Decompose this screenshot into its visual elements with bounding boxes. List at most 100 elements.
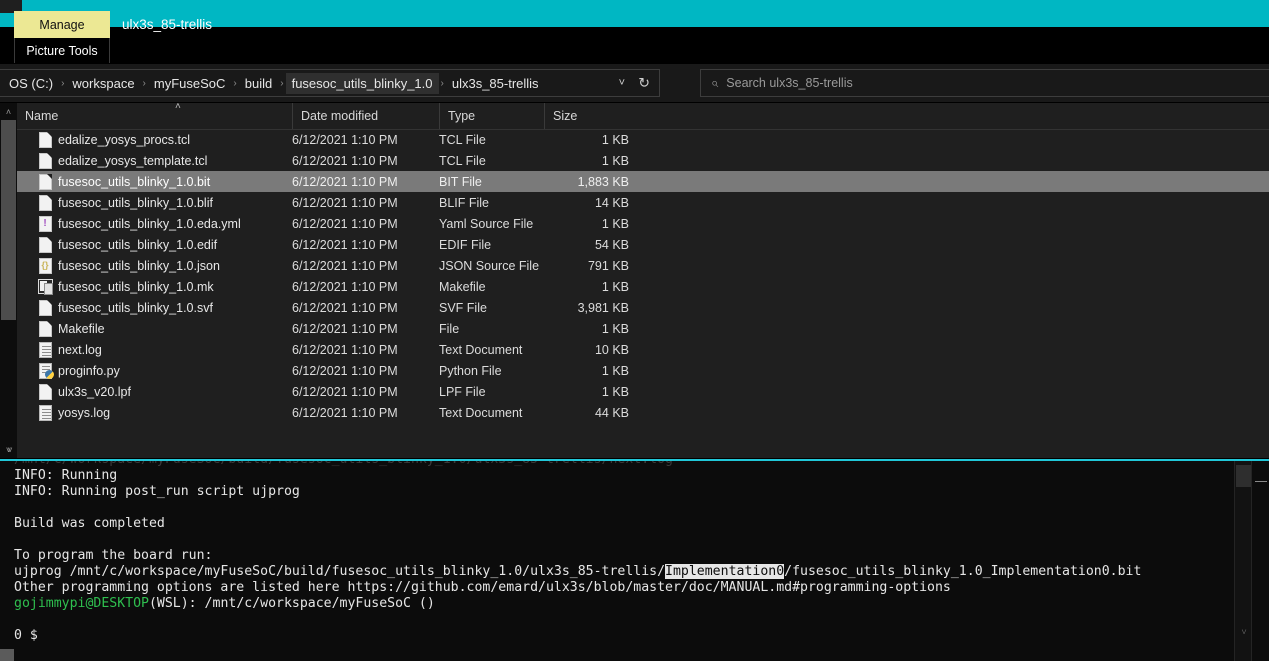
file-icon-cell xyxy=(37,131,53,148)
terminal-scrollbar[interactable]: ˅ xyxy=(1234,461,1252,661)
file-list-pane: Name ˄ Date modified Type Size edalize_y… xyxy=(17,101,1269,458)
breadcrumb-address-bar[interactable]: OS (C:) › workspace › myFuseSoC › build … xyxy=(0,69,660,97)
table-row[interactable]: ! fusesoc_utils_blinky_1.0.eda.yml 6/12/20… xyxy=(17,213,1269,234)
command-prefix: ujprog /mnt/c/workspace/myFuseSoC/build/… xyxy=(14,564,666,579)
file-icon-cell xyxy=(37,279,53,295)
blank-file-icon xyxy=(38,131,52,148)
file-icon-cell xyxy=(37,194,53,211)
selected-text-highlight[interactable]: Implementation0 xyxy=(665,564,785,579)
table-row[interactable]: Makefile 6/12/2021 1:10 PM File 1 KB xyxy=(17,318,1269,339)
breadcrumb-item-fusesoc-utils-blinky[interactable]: fusesoc_utils_blinky_1.0 xyxy=(285,72,439,94)
breadcrumb-separator-icon: › xyxy=(280,77,284,89)
terminal-scrollbar-thumb[interactable] xyxy=(1236,465,1251,487)
breadcrumb-separator-icon: › xyxy=(440,77,444,89)
table-row[interactable]: ulx3s_v20.lpf 6/12/2021 1:10 PM LPF File 1 … xyxy=(17,381,1269,402)
prompt-user-host: gojimmypi@DESKTOP xyxy=(14,596,149,611)
file-size-cell: 1 KB xyxy=(601,132,629,147)
table-row[interactable]: {} fusesoc_utils_blinky_1.0.json 6/12/2021… xyxy=(17,255,1269,276)
breadcrumb-item-myfusesoc[interactable]: myFuseSoC xyxy=(148,73,232,94)
chevron-down-icon[interactable]: ˅ xyxy=(619,77,625,89)
file-type-cell: File xyxy=(439,321,460,336)
search-input[interactable]: ⌕ Search ulx3s_85-trellis xyxy=(700,69,1269,97)
chevron-down-icon[interactable]: ˅ xyxy=(1235,625,1253,639)
file-type-cell: TCL File xyxy=(439,132,486,147)
table-row[interactable]: fusesoc_utils_blinky_1.0.bit 6/12/2021 1:… xyxy=(17,171,1269,192)
terminal-prompt-input-line[interactable]: 0 $ xyxy=(14,628,1229,644)
column-header-type[interactable]: Type xyxy=(439,103,544,129)
file-size-cell: 54 KB xyxy=(594,237,629,252)
terminal-edge-tick xyxy=(1255,481,1267,482)
file-icon-cell: {} xyxy=(37,257,53,274)
scrollbar-thumb[interactable] xyxy=(1,120,16,320)
file-icon-cell xyxy=(37,152,53,169)
table-row[interactable]: proginfo.py 6/12/2021 1:10 PM Python File 1… xyxy=(17,360,1269,381)
table-row[interactable]: edalize_yosys_template.tcl 6/12/2021 1:10… xyxy=(17,150,1269,171)
file-date-cell: 6/12/2021 1:10 PM xyxy=(292,174,398,189)
file-type-cell: EDIF File xyxy=(439,237,492,252)
navigation-pane-scroll-down-icon[interactable]: ˅ xyxy=(3,443,17,457)
table-row[interactable]: edalize_yosys_procs.tcl 6/12/2021 1:10 PM… xyxy=(17,129,1269,150)
table-row[interactable]: yosys.log 6/12/2021 1:10 PM Text Document 4… xyxy=(17,402,1269,423)
contextual-group-picture-tools[interactable]: Picture Tools xyxy=(14,38,110,63)
refresh-icon[interactable]: ↻ xyxy=(638,75,650,92)
file-size-cell: 1 KB xyxy=(601,153,629,168)
breadcrumb-item-build[interactable]: build xyxy=(239,73,278,94)
tab-manage[interactable]: Manage xyxy=(14,11,110,38)
file-date-cell: 6/12/2021 1:10 PM xyxy=(292,363,398,378)
file-date-cell: 6/12/2021 1:10 PM xyxy=(292,384,398,399)
file-size-cell: 1 KB xyxy=(601,216,629,231)
blank-file-icon xyxy=(38,299,52,316)
tab-folder-name[interactable]: ulx3s_85-trellis xyxy=(122,11,212,38)
column-header-type-label: Type xyxy=(448,109,476,123)
file-size-cell: 1 KB xyxy=(601,321,629,336)
navigation-pane-scrollbar[interactable]: ˄ ˅ xyxy=(0,103,17,458)
breadcrumb-item-workspace[interactable]: workspace xyxy=(66,73,140,94)
file-date-cell: 6/12/2021 1:10 PM xyxy=(292,195,398,210)
breadcrumb-item-ulx3s-85-trellis[interactable]: ulx3s_85-trellis xyxy=(446,73,545,94)
file-name-cell: fusesoc_utils_blinky_1.0.bit xyxy=(58,174,211,189)
file-size-cell: 1 KB xyxy=(601,384,629,399)
file-name-cell: fusesoc_utils_blinky_1.0.edif xyxy=(58,237,218,252)
table-row[interactable]: fusesoc_utils_blinky_1.0.mk 6/12/2021 1:1… xyxy=(17,276,1269,297)
column-header-name[interactable]: Name ˄ xyxy=(17,101,292,129)
column-header-size[interactable]: Size xyxy=(544,103,639,129)
file-icon-cell xyxy=(37,362,54,379)
file-size-cell: 1 KB xyxy=(601,279,629,294)
python-file-icon xyxy=(38,362,54,379)
file-type-cell: Text Document xyxy=(439,405,523,420)
table-row[interactable]: fusesoc_utils_blinky_1.0.blif 6/12/2021 1… xyxy=(17,192,1269,213)
yaml-file-icon: ! xyxy=(38,215,52,232)
terminal-left-margin xyxy=(0,461,14,661)
terminal-prompt-line: gojimmypi@DESKTOP(WSL): /mnt/c/workspace… xyxy=(14,596,1229,612)
terminal-panel[interactable]: /mnt/c/workspace/myFuseSoC/build/fusesoc… xyxy=(0,461,1269,661)
contextual-tools-row xyxy=(0,38,1269,63)
makefile-icon xyxy=(37,279,53,295)
text-file-icon xyxy=(38,341,52,358)
search-icon: ⌕ xyxy=(711,75,719,90)
file-date-cell: 6/12/2021 1:10 PM xyxy=(292,237,398,252)
table-row[interactable]: fusesoc_utils_blinky_1.0.edif 6/12/2021 1… xyxy=(17,234,1269,255)
command-suffix: /fusesoc_utils_blinky_1.0_Implementation… xyxy=(784,564,1142,579)
table-row[interactable]: fusesoc_utils_blinky_1.0.svf 6/12/2021 1:… xyxy=(17,297,1269,318)
file-size-cell: 1,883 KB xyxy=(577,174,629,189)
file-date-cell: 6/12/2021 1:10 PM xyxy=(292,321,398,336)
breadcrumb-item-os-c[interactable]: OS (C:) xyxy=(3,73,59,94)
file-date-cell: 6/12/2021 1:10 PM xyxy=(292,342,398,357)
file-date-cell: 6/12/2021 1:10 PM xyxy=(292,132,398,147)
file-date-cell: 6/12/2021 1:10 PM xyxy=(292,153,398,168)
column-header-date-modified[interactable]: Date modified xyxy=(292,103,439,129)
chevron-up-icon[interactable]: ˄ xyxy=(0,103,17,120)
table-row[interactable]: next.log 6/12/2021 1:10 PM Text Document 10… xyxy=(17,339,1269,360)
file-type-cell: JSON Source File xyxy=(439,258,540,273)
file-type-cell: LPF File xyxy=(439,384,486,399)
file-size-cell: 10 KB xyxy=(594,342,629,357)
file-icon-cell xyxy=(37,299,53,316)
file-date-cell: 6/12/2021 1:10 PM xyxy=(292,258,398,273)
file-icon-cell xyxy=(37,173,53,190)
terminal-clipped-line: /mnt/c/workspace/myFuseSoC/build/fusesoc… xyxy=(14,461,1229,468)
blank-file-icon xyxy=(38,173,52,190)
blank-file-icon xyxy=(38,194,52,211)
terminal-right-edge xyxy=(1252,461,1269,661)
file-size-cell: 3,981 KB xyxy=(577,300,629,315)
